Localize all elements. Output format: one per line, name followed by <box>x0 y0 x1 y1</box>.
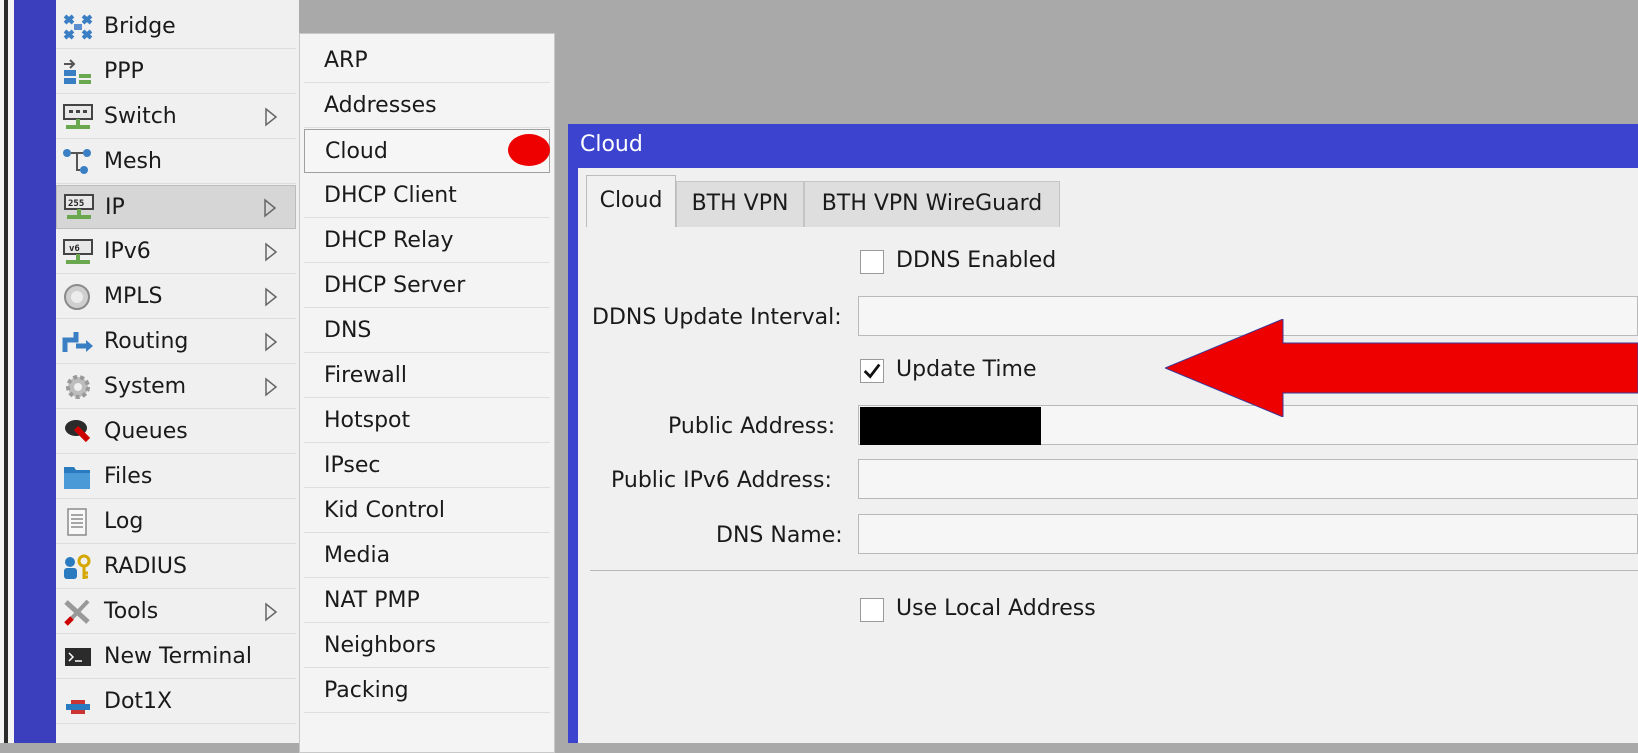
tools-icon <box>64 599 90 626</box>
menu-item-label: New Terminal <box>104 644 252 669</box>
menu-item-label: Mesh <box>104 149 162 174</box>
submenu-item-hotspot[interactable]: Hotspot <box>304 399 550 443</box>
svg-text:v6: v6 <box>69 244 80 254</box>
menu-item-label: Files <box>104 464 153 489</box>
submenu-item-packing[interactable]: Packing <box>304 669 550 713</box>
menu-item-label: Dot1X <box>104 689 173 714</box>
svg-text:255: 255 <box>68 199 84 209</box>
left-window-edge <box>0 0 14 743</box>
public-ipv6-address-field <box>858 459 1638 499</box>
tab-bth-vpn-wireguard[interactable]: BTH VPN WireGuard <box>804 181 1060 227</box>
submenu-item-dhcp-server[interactable]: DHCP Server <box>304 264 550 308</box>
update-time-checkbox[interactable] <box>860 359 884 383</box>
menu-item-ppp[interactable]: PPP <box>56 50 296 94</box>
menu-item-log[interactable]: Log <box>56 500 296 544</box>
menu-item-label: Tools <box>104 599 159 624</box>
dot1x-icon <box>66 699 90 714</box>
submenu-arrow-icon <box>264 198 277 218</box>
menu-item-label: System <box>104 374 187 399</box>
ddns-enabled-checkbox[interactable] <box>860 250 884 274</box>
menu-item-tools[interactable]: Tools <box>56 590 296 634</box>
menu-item-switch[interactable]: Switch <box>56 95 296 139</box>
routing-icon <box>62 331 93 352</box>
submenu-arrow-icon <box>265 602 278 622</box>
submenu-item-dhcp-relay[interactable]: DHCP Relay <box>304 219 550 263</box>
menu-item-label: Bridge <box>104 14 176 39</box>
queues-icon <box>65 419 91 442</box>
menu-item-label: MPLS <box>104 284 163 309</box>
menu-item-new-terminal[interactable]: New Terminal <box>56 635 296 679</box>
menu-item-mpls[interactable]: MPLS <box>56 275 296 319</box>
menu-item-label: PPP <box>104 59 144 84</box>
menu-item-label: Log <box>104 509 144 534</box>
switch-icon <box>63 103 93 129</box>
menu-item-system[interactable]: System <box>56 365 296 409</box>
submenu-item-firewall[interactable]: Firewall <box>304 354 550 398</box>
submenu-item-addresses[interactable]: Addresses <box>304 84 550 128</box>
system-gear-icon <box>66 374 90 399</box>
menu-item-routing[interactable]: Routing <box>56 320 296 364</box>
ipv6-icon: v6 <box>63 238 93 264</box>
menu-item-ip[interactable]: 255 IP <box>56 185 296 229</box>
submenu-arrow-icon <box>265 332 278 352</box>
menu-item-files[interactable]: Files <box>56 455 296 499</box>
cloud-window: Cloud Cloud BTH VPN BTH VPN WireGuard DD… <box>568 124 1638 743</box>
use-local-address-label: Use Local Address <box>896 596 1096 621</box>
submenu-item-arp[interactable]: ARP <box>304 39 550 83</box>
main-menu: Bridge PPP Switch Mesh 255 IP v6 IPv6 MP… <box>56 0 299 743</box>
submenu-item-dns[interactable]: DNS <box>304 309 550 353</box>
use-local-address-checkbox[interactable] <box>860 598 884 622</box>
mesh-icon <box>63 148 91 174</box>
public-address-label: Public Address: <box>668 414 836 439</box>
submenu-item-ipsec[interactable]: IPsec <box>304 444 550 488</box>
ip-icon: 255 <box>64 194 94 219</box>
ppp-icon <box>64 58 91 84</box>
section-divider <box>590 570 1638 571</box>
log-icon <box>67 507 87 536</box>
menu-item-ipv6[interactable]: v6 IPv6 <box>56 230 296 274</box>
checkmark-icon <box>863 363 881 379</box>
update-time-label: Update Time <box>896 357 1037 382</box>
folder-icon <box>64 466 90 489</box>
submenu-arrow-icon <box>265 242 278 262</box>
menu-item-label: Switch <box>104 104 177 129</box>
terminal-icon <box>65 647 91 666</box>
public-ipv6-address-label: Public IPv6 Address: <box>611 468 832 493</box>
submenu-item-dhcp-client[interactable]: DHCP Client <box>304 174 550 218</box>
ddns-update-interval-label: DDNS Update Interval: <box>592 305 842 330</box>
bridge-icon <box>63 13 93 40</box>
window-body: Cloud BTH VPN BTH VPN WireGuard DDNS Ena… <box>578 168 1638 743</box>
menu-item-label: RADIUS <box>104 554 187 579</box>
dns-name-label: DNS Name: <box>716 523 843 548</box>
menu-item-label: IPv6 <box>104 239 151 264</box>
submenu-item-nat-pmp[interactable]: NAT PMP <box>304 579 550 623</box>
window-title: Cloud <box>580 132 643 157</box>
menu-item-label: Queues <box>104 419 188 444</box>
menu-item-dot1x[interactable]: Dot1X <box>56 680 296 724</box>
submenu-item-media[interactable]: Media <box>304 534 550 578</box>
dns-name-field <box>858 514 1638 554</box>
tab-bth-vpn[interactable]: BTH VPN <box>676 181 804 227</box>
main-menu-side-strip <box>14 0 56 743</box>
annotation-red-dot <box>508 134 550 166</box>
menu-item-label: Routing <box>104 329 189 354</box>
submenu-arrow-icon <box>265 377 278 397</box>
menu-item-queues[interactable]: Queues <box>56 410 296 454</box>
annotation-red-arrow <box>1165 319 1638 417</box>
radius-icon <box>64 554 91 579</box>
menu-item-radius[interactable]: RADIUS <box>56 545 296 589</box>
submenu-arrow-icon <box>265 287 278 307</box>
submenu-item-kid-control[interactable]: Kid Control <box>304 489 550 533</box>
menu-item-mesh[interactable]: Mesh <box>56 140 296 184</box>
ddns-enabled-label: DDNS Enabled <box>896 248 1057 273</box>
submenu-item-neighbors[interactable]: Neighbors <box>304 624 550 668</box>
menu-item-bridge[interactable]: Bridge <box>56 5 296 49</box>
redacted-public-address <box>860 407 1041 445</box>
mpls-icon <box>64 283 90 310</box>
tab-cloud[interactable]: Cloud <box>586 175 676 227</box>
menu-item-label: IP <box>105 194 125 220</box>
submenu-arrow-icon <box>265 107 278 127</box>
